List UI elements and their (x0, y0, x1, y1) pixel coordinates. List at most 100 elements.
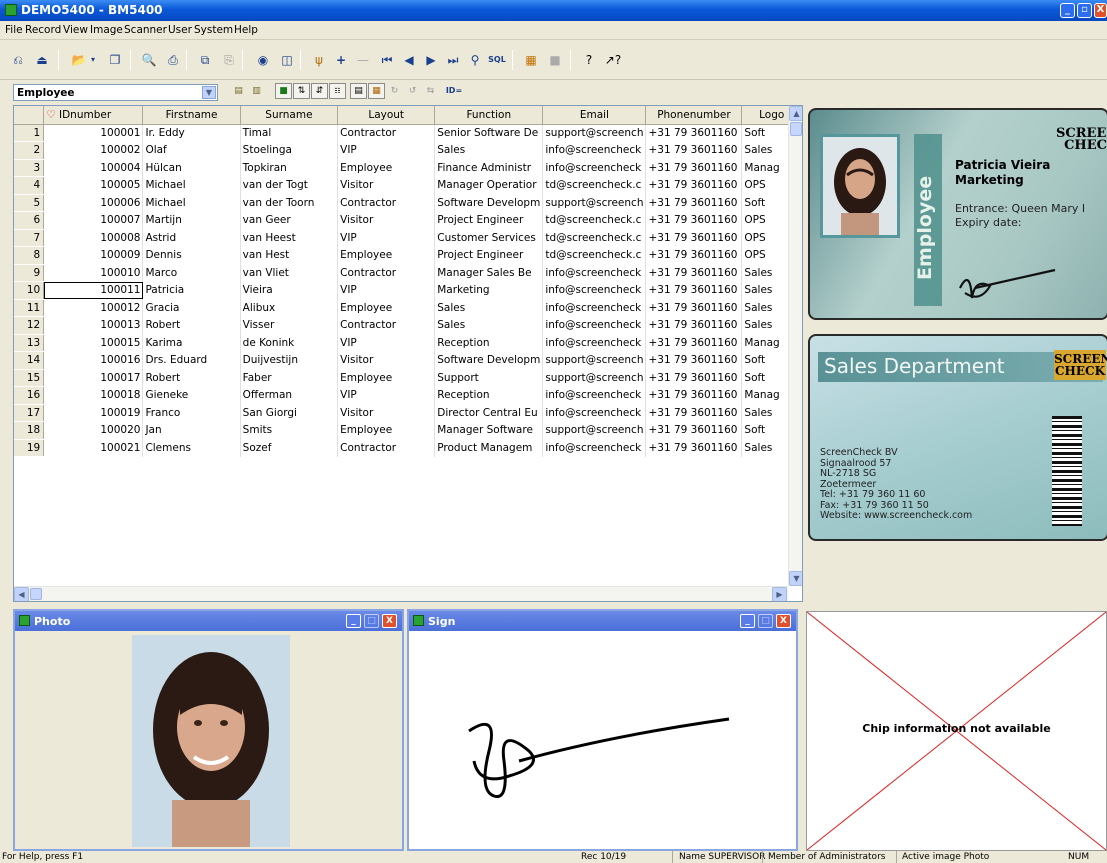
table-row[interactable]: 5 100006 Michael van der Toorn Contractor Sof… (14, 194, 802, 212)
filter-icon[interactable]: ψ (310, 52, 328, 68)
photo-window[interactable]: Photo _ □ X (13, 609, 404, 851)
table-cell[interactable]: 100005 (43, 176, 144, 194)
table-cell[interactable]: Visitor (337, 404, 436, 422)
table-cell[interactable]: 100017 (43, 369, 144, 387)
table-cell[interactable]: td@screencheck.c (542, 211, 647, 229)
table-cell[interactable]: Sozef (240, 439, 339, 457)
paste-icon[interactable]: ⎘ (220, 52, 238, 68)
eject-icon[interactable]: ⏏ (33, 52, 51, 68)
grid-icon[interactable]: ■ (546, 52, 564, 68)
row-number[interactable]: 1 (14, 124, 45, 142)
table-cell[interactable]: Employee (337, 299, 436, 317)
menu-scanner[interactable]: Scanner (124, 24, 167, 36)
row-number[interactable]: 19 (14, 439, 45, 457)
table-cell[interactable]: 100011 (43, 281, 144, 299)
table-cell[interactable]: +31 79 3601160 (645, 176, 743, 194)
table-cell[interactable]: 100016 (43, 351, 144, 369)
table-cell[interactable]: 100002 (43, 141, 144, 159)
table-cell[interactable]: VIP (337, 229, 436, 247)
search-icon[interactable]: ⚲ (466, 52, 484, 68)
minimize-button[interactable]: _ (1060, 3, 1075, 18)
row-number[interactable]: 2 (14, 141, 45, 160)
table-cell[interactable]: +31 79 3601160 (645, 124, 743, 142)
double-side-icon[interactable]: ▦ (368, 83, 385, 99)
table-cell[interactable]: Dennis (142, 246, 241, 264)
table-cell[interactable]: Reception (434, 334, 544, 352)
table-cell[interactable]: +31 79 3601160 (645, 421, 743, 439)
first-record-icon[interactable]: ⏮ (378, 52, 396, 68)
table-cell[interactable]: Finance Administr (434, 159, 544, 177)
table-cell[interactable]: Employee (337, 246, 436, 264)
table-cell[interactable]: van der Toorn (240, 194, 339, 212)
help-icon[interactable]: ? (580, 52, 598, 68)
table-cell[interactable]: Drs. Eduard (142, 351, 241, 369)
table-row[interactable]: 4 100005 Michael van der Togt Visitor Manager… (14, 176, 802, 195)
printer-icon[interactable]: ⎙ (164, 52, 182, 68)
table-cell[interactable]: Visitor (337, 351, 436, 369)
table-cell[interactable]: Hülcan (142, 159, 241, 177)
table-cell[interactable]: Timal (240, 124, 339, 142)
table-row[interactable]: 16 100018 Gieneke Offerman VIP Reception info@… (14, 386, 802, 405)
layout-select[interactable]: Employee ▼ (13, 84, 218, 101)
row-number[interactable]: 11 (14, 299, 45, 317)
table-cell[interactable]: Manager Operatior (434, 176, 544, 194)
table-cell[interactable]: San Giorgi (240, 404, 339, 422)
table-cell[interactable]: Software Developm (434, 194, 544, 212)
print-preview-icon[interactable]: 🔍 (140, 52, 158, 68)
table-cell[interactable]: info@screencheck (542, 299, 647, 317)
table-cell[interactable]: +31 79 3601160 (645, 369, 743, 387)
column-header[interactable]: Layout (337, 106, 436, 125)
row-number[interactable]: 15 (14, 369, 45, 387)
menu-file[interactable]: File (5, 24, 23, 36)
table-cell[interactable]: Gieneke (142, 386, 241, 404)
table-cell[interactable]: +31 79 3601160 (645, 404, 743, 422)
row-number[interactable]: 12 (14, 316, 45, 335)
table-row[interactable]: 19 100021 Clemens Sozef Contractor Product Ma… (14, 439, 802, 457)
table-cell[interactable]: de Konink (240, 334, 339, 352)
table-cell[interactable]: Sales (434, 299, 544, 317)
flip-icon[interactable]: ↺ (404, 83, 421, 99)
table-row[interactable]: 7 100008 Astrid van Heest VIP Customer Servic… (14, 229, 802, 247)
table-cell[interactable]: Project Engineer (434, 246, 544, 264)
table-cell[interactable]: info@screencheck (542, 316, 647, 334)
table-cell[interactable]: +31 79 3601160 (645, 194, 743, 212)
delete-record-icon[interactable]: — (354, 52, 372, 68)
table-row[interactable]: 8 100009 Dennis van Hest Employee Project Eng… (14, 246, 802, 265)
row-number[interactable]: 13 (14, 334, 45, 352)
table-cell[interactable]: 100018 (43, 386, 144, 404)
table-cell[interactable]: td@screencheck.c (542, 246, 647, 264)
table-cell[interactable]: Ir. Eddy (142, 124, 241, 142)
table-cell[interactable]: +31 79 3601160 (645, 439, 743, 457)
previous-record-icon[interactable]: ◀ (400, 52, 418, 68)
table-cell[interactable]: 100008 (43, 229, 144, 247)
card-back-preview[interactable]: Sales Department SCREEN CHECK ScreenChec… (808, 334, 1107, 541)
table-cell[interactable]: info@screencheck (542, 281, 647, 299)
table-cell[interactable]: Senior Software De (434, 124, 544, 142)
row-number[interactable]: 5 (14, 194, 45, 212)
menu-view[interactable]: View (63, 24, 88, 36)
table-cell[interactable]: 100006 (43, 194, 144, 212)
table-cell[interactable]: 100009 (43, 246, 144, 264)
row-number[interactable]: 6 (14, 211, 45, 230)
table-cell[interactable]: Contractor (337, 124, 436, 142)
table-cell[interactable]: Duijvestijn (240, 351, 339, 369)
table-cell[interactable]: Topkiran (240, 159, 339, 177)
table-row[interactable]: 2 100002 Olaf Stoelinga VIP Sales info@screenc… (14, 141, 802, 160)
column-header[interactable]: Surname (240, 106, 339, 125)
number-icon[interactable]: ☷ (329, 83, 346, 99)
table-row[interactable]: 6 100007 Martijn van Geer Visitor Project Eng… (14, 211, 802, 230)
menu-system[interactable]: System (194, 24, 233, 36)
table-cell[interactable]: Karima (142, 334, 241, 352)
table-cell[interactable]: 100015 (43, 334, 144, 352)
table-cell[interactable]: +31 79 3601160 (645, 264, 743, 282)
table-cell[interactable]: van Geer (240, 211, 339, 229)
column-header[interactable]: Phonenumber (645, 106, 743, 125)
menu-record[interactable]: Record (25, 24, 61, 36)
card-view-icon[interactable]: ▥ (248, 83, 265, 99)
table-cell[interactable]: Contractor (337, 264, 436, 282)
table-row[interactable]: 12 100013 Robert Visser Contractor Sales info@… (14, 316, 802, 335)
table-cell[interactable]: support@screench (542, 369, 647, 387)
menu-image[interactable]: Image (90, 24, 123, 36)
row-number[interactable]: 10 (14, 281, 45, 300)
table-cell[interactable]: 100010 (43, 264, 144, 282)
